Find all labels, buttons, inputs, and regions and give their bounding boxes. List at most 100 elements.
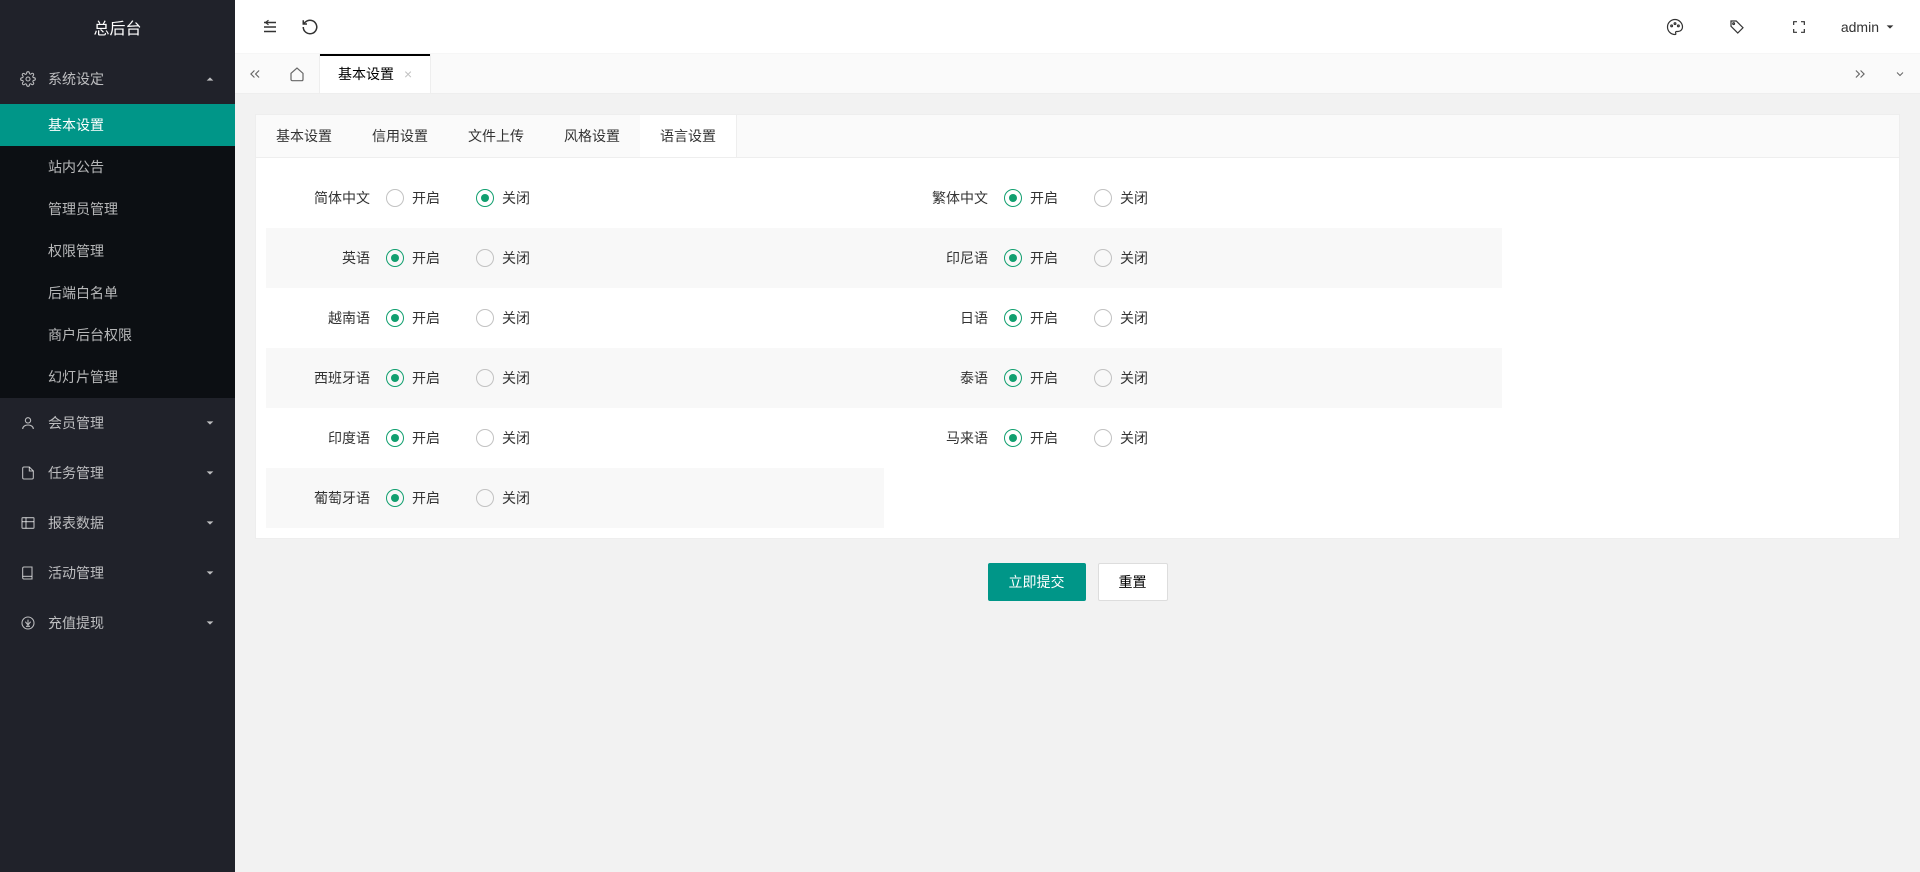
radio-on[interactable]: 开启 — [1004, 428, 1058, 448]
nav-subitem[interactable]: 商户后台权限 — [0, 314, 235, 356]
inner-tab[interactable]: 风格设置 — [544, 115, 640, 157]
radio-on[interactable]: 开启 — [386, 248, 440, 268]
topbar: admin — [235, 0, 1920, 54]
radio-on[interactable]: 开启 — [1004, 308, 1058, 328]
user-menu[interactable]: admin — [1841, 19, 1895, 35]
nav-subitem-label: 幻灯片管理 — [48, 367, 118, 387]
radio-on[interactable]: 开启 — [1004, 188, 1058, 208]
language-label: 越南语 — [276, 308, 386, 328]
nav-section[interactable]: 报表数据 — [0, 498, 235, 548]
radio-off[interactable]: 关闭 — [1094, 428, 1148, 448]
radio-off[interactable]: 关闭 — [476, 188, 530, 208]
radio-on[interactable]: 开启 — [1004, 248, 1058, 268]
tag-icon[interactable] — [1717, 7, 1757, 47]
radio-off-label: 关闭 — [502, 248, 530, 268]
inner-tab-label: 风格设置 — [564, 126, 620, 146]
nav-subitem-label: 站内公告 — [48, 157, 104, 177]
fullscreen-icon[interactable] — [1779, 7, 1819, 47]
language-row: 英语开启关闭 — [266, 228, 884, 288]
sidebar: 总后台 系统设定基本设置站内公告管理员管理权限管理后端白名单商户后台权限幻灯片管… — [0, 0, 235, 872]
language-label: 繁体中文 — [894, 188, 1004, 208]
radio-on-label: 开启 — [1030, 308, 1058, 328]
language-label: 西班牙语 — [276, 368, 386, 388]
radio-off-label: 关闭 — [502, 488, 530, 508]
nav-subitem[interactable]: 管理员管理 — [0, 188, 235, 230]
radio-on[interactable]: 开启 — [386, 188, 440, 208]
radio-on[interactable]: 开启 — [1004, 368, 1058, 388]
radio-off[interactable]: 关闭 — [1094, 368, 1148, 388]
nav-subitem[interactable]: 权限管理 — [0, 230, 235, 272]
radio-on[interactable]: 开启 — [386, 428, 440, 448]
nav-subitem[interactable]: 幻灯片管理 — [0, 356, 235, 398]
nav-subitem-label: 基本设置 — [48, 115, 104, 135]
user-icon — [20, 415, 36, 431]
refresh-button[interactable] — [290, 7, 330, 47]
nav-subitem[interactable]: 后端白名单 — [0, 272, 235, 314]
nav-subitem-label: 管理员管理 — [48, 199, 118, 219]
nav-subitem[interactable]: 站内公告 — [0, 146, 235, 188]
file-icon — [20, 465, 36, 481]
tabs-menu[interactable] — [1880, 54, 1920, 93]
radio-on-label: 开启 — [412, 488, 440, 508]
radio-off[interactable]: 关闭 — [476, 488, 530, 508]
chevron-down-icon — [205, 418, 215, 428]
submit-button[interactable]: 立即提交 — [988, 563, 1086, 601]
language-row: 印度语开启关闭 — [266, 408, 884, 468]
nav-subitem-label: 商户后台权限 — [48, 325, 132, 345]
nav-section-label: 活动管理 — [48, 563, 104, 583]
book-icon — [20, 565, 36, 581]
radio-off-label: 关闭 — [502, 428, 530, 448]
language-row: 马来语开启 关闭 — [884, 408, 1502, 468]
radio-off[interactable]: 关闭 — [476, 368, 530, 388]
nav-section-label: 充值提现 — [48, 613, 104, 633]
language-row: 越南语开启 关闭 — [266, 288, 884, 348]
nav-section[interactable]: 充值提现 — [0, 598, 235, 648]
chevron-down-icon — [205, 568, 215, 578]
nav-section[interactable]: 任务管理 — [0, 448, 235, 498]
tabs-scroll-right[interactable] — [1840, 54, 1880, 93]
radio-off-label: 关闭 — [1120, 188, 1148, 208]
reset-button[interactable]: 重置 — [1098, 563, 1168, 601]
nav-section[interactable]: 活动管理 — [0, 548, 235, 598]
tabs-scroll-left[interactable] — [235, 54, 275, 93]
inner-tab-label: 文件上传 — [468, 126, 524, 146]
radio-on[interactable]: 开启 — [386, 308, 440, 328]
inner-tab[interactable]: 文件上传 — [448, 115, 544, 157]
chevron-down-icon — [205, 468, 215, 478]
inner-tab[interactable]: 基本设置 — [256, 115, 352, 157]
tab-home[interactable] — [275, 54, 320, 93]
inner-tab[interactable]: 信用设置 — [352, 115, 448, 157]
user-name: admin — [1841, 19, 1879, 35]
radio-on-label: 开启 — [1030, 368, 1058, 388]
radio-off-label: 关闭 — [1120, 428, 1148, 448]
radio-on-label: 开启 — [1030, 248, 1058, 268]
inner-tab[interactable]: 语言设置 — [640, 115, 737, 157]
radio-on[interactable]: 开启 — [386, 368, 440, 388]
collapse-sidebar-button[interactable] — [250, 7, 290, 47]
close-icon[interactable]: × — [404, 66, 412, 82]
radio-off[interactable]: 关闭 — [1094, 188, 1148, 208]
radio-on-label: 开启 — [412, 368, 440, 388]
radio-off-label: 关闭 — [502, 308, 530, 328]
chevron-down-icon — [205, 618, 215, 628]
tab[interactable]: 基本设置× — [320, 54, 431, 93]
inner-tab-label: 语言设置 — [660, 126, 716, 146]
radio-off[interactable]: 关闭 — [476, 428, 530, 448]
language-row: 日语开启关闭 — [884, 288, 1502, 348]
settings-card: 基本设置信用设置文件上传风格设置语言设置 简体中文开启关闭繁体中文开启关闭英语开… — [255, 114, 1900, 539]
nav-subitem[interactable]: 基本设置 — [0, 104, 235, 146]
nav-section[interactable]: 会员管理 — [0, 398, 235, 448]
radio-off[interactable]: 关闭 — [1094, 308, 1148, 328]
language-label: 马来语 — [894, 428, 1004, 448]
radio-on[interactable]: 开启 — [386, 488, 440, 508]
language-row: 泰语开启关闭 — [884, 348, 1502, 408]
theme-icon[interactable] — [1655, 7, 1695, 47]
nav-section[interactable]: 系统设定 — [0, 54, 235, 104]
radio-off[interactable]: 关闭 — [476, 248, 530, 268]
radio-off-label: 关闭 — [1120, 308, 1148, 328]
radio-on-label: 开启 — [412, 188, 440, 208]
chevron-down-icon — [205, 74, 215, 84]
radio-off-label: 关闭 — [502, 188, 530, 208]
radio-off[interactable]: 关闭 — [1094, 248, 1148, 268]
radio-off[interactable]: 关闭 — [476, 308, 530, 328]
